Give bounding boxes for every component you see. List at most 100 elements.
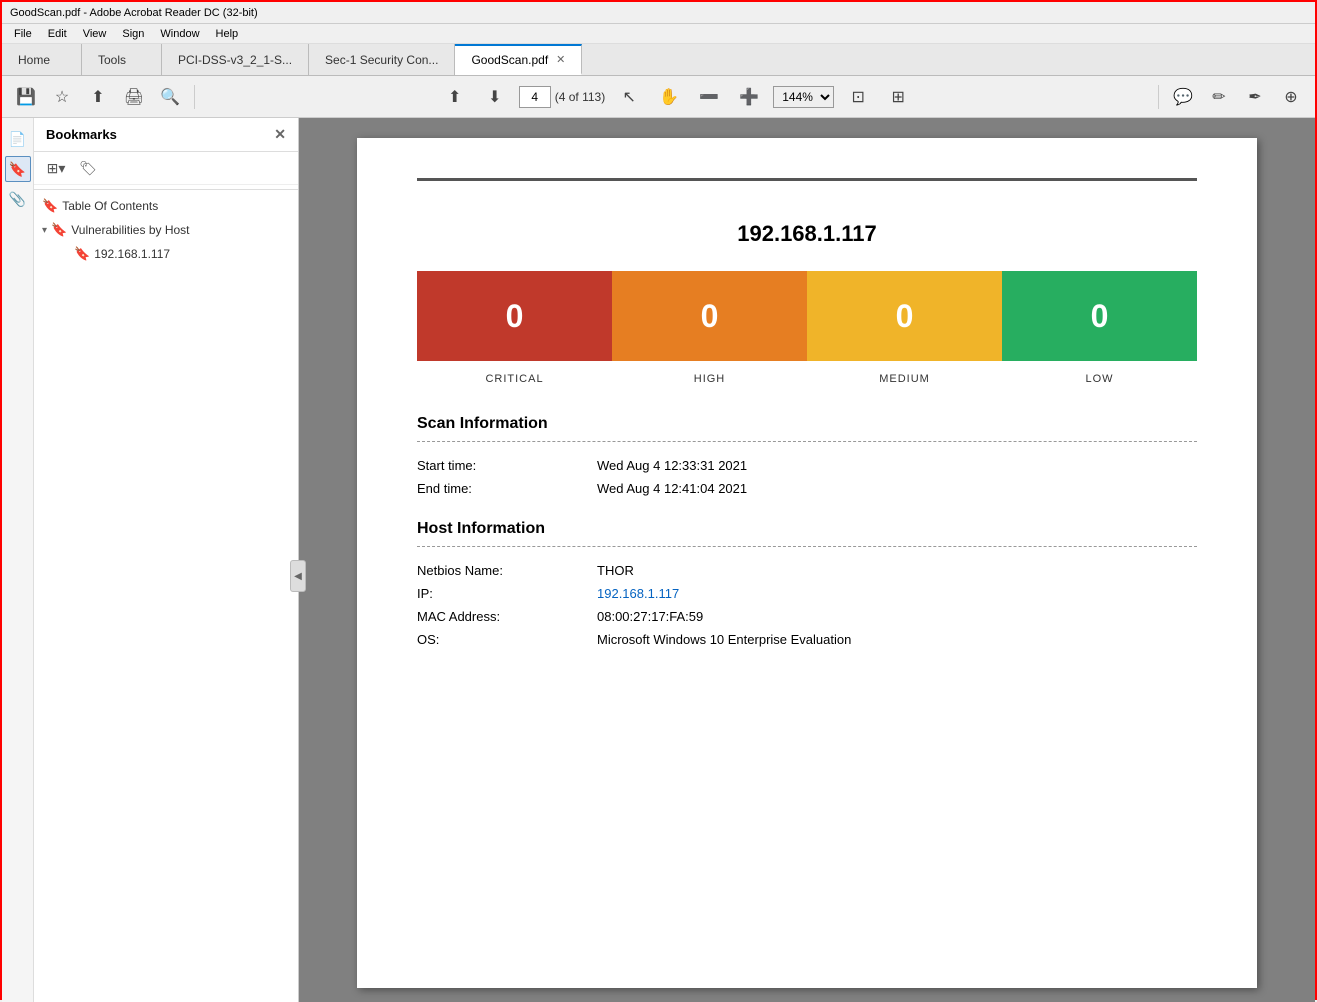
scan-start-row: Start time: Wed Aug 4 12:33:31 2021 — [417, 458, 1197, 473]
bookmark-tag-button[interactable]: 🏷 — [74, 156, 102, 180]
severity-medium-label: MEDIUM — [807, 369, 1002, 385]
severity-high-bar: 0 — [612, 271, 807, 361]
sidebar-collapse-handle[interactable]: ◀ — [290, 560, 306, 592]
ip-label: IP: — [417, 586, 597, 601]
toolbar: 💾 ☆ ⬆ 🖨 🔍 ⬆ ⬇ (4 of 113) ↖ ✋ ➖ ➕ 50% 75%… — [2, 76, 1315, 118]
severity-medium-value: 0 — [896, 298, 914, 335]
tab-sec1-label: Sec-1 Security Con... — [325, 53, 438, 67]
bookmark-toolbar-button[interactable]: ☆ — [46, 81, 78, 113]
tab-goodscan-close[interactable]: ✕ — [556, 53, 565, 66]
menu-view[interactable]: View — [75, 28, 115, 40]
severity-high-label: HIGH — [612, 369, 807, 385]
bookmarks-panel-header: Bookmarks ✕ — [34, 118, 298, 152]
pdf-area[interactable]: 192.168.1.117 0 0 0 0 CRITICAL HIGH — [299, 118, 1315, 1002]
scan-end-row: End time: Wed Aug 4 12:41:04 2021 — [417, 481, 1197, 496]
os-value: Microsoft Windows 10 Enterprise Evaluati… — [597, 632, 851, 647]
scan-info-section: Scan Information Start time: Wed Aug 4 1… — [417, 415, 1197, 496]
scan-start-value: Wed Aug 4 12:33:31 2021 — [597, 458, 747, 473]
hand-tool-button[interactable]: ✋ — [653, 81, 685, 113]
pen-button[interactable]: ✏ — [1203, 81, 1235, 113]
scan-end-value: Wed Aug 4 12:41:04 2021 — [597, 481, 747, 496]
tab-tools-label: Tools — [98, 53, 126, 67]
signature-button[interactable]: ✒ — [1239, 81, 1271, 113]
toolbar-separator-2 — [1158, 85, 1159, 109]
pdf-page: 192.168.1.117 0 0 0 0 CRITICAL HIGH — [357, 138, 1257, 988]
page-number-input[interactable] — [519, 86, 551, 108]
save-button[interactable]: 💾 — [10, 81, 42, 113]
severity-labels: CRITICAL HIGH MEDIUM LOW — [417, 369, 1197, 385]
menu-edit[interactable]: Edit — [40, 28, 75, 40]
zoom-in-small-button[interactable]: 🔍 — [154, 81, 186, 113]
bookmark-ip1-icon: 🔖 — [74, 246, 90, 262]
bookmark-toc-icon: 🔖 — [42, 198, 58, 214]
comment-button[interactable]: 💬 — [1167, 81, 1199, 113]
tab-bar: Home Tools PCI-DSS-v3_2_1-S... Sec-1 Sec… — [2, 44, 1315, 76]
scroll-down-button[interactable]: ⬇ — [479, 81, 511, 113]
tab-home[interactable]: Home — [2, 44, 82, 75]
scan-end-label: End time: — [417, 481, 597, 496]
bookmark-vbh[interactable]: ▾ 🔖 Vulnerabilities by Host — [34, 218, 298, 242]
severity-low-bar: 0 — [1002, 271, 1197, 361]
share-button[interactable]: ⊕ — [1275, 81, 1307, 113]
tab-pci-label: PCI-DSS-v3_2_1-S... — [178, 53, 292, 67]
zoom-select[interactable]: 50% 75% 100% 125% 144% 150% 200% — [773, 86, 834, 108]
host-info-section: Host Information Netbios Name: THOR IP: … — [417, 520, 1197, 647]
bookmark-ip1-label: 192.168.1.117 — [94, 247, 170, 261]
menu-sign[interactable]: Sign — [114, 28, 152, 40]
bookmarks-close-button[interactable]: ✕ — [274, 126, 286, 143]
left-icon-panel: 📄 🔖 📎 — [2, 118, 34, 1002]
upload-button[interactable]: ⬆ — [82, 81, 114, 113]
bookmark-toc-label: Table Of Contents — [62, 199, 158, 213]
netbios-label: Netbios Name: — [417, 563, 597, 578]
page-total: (4 of 113) — [555, 90, 605, 104]
page-navigation: (4 of 113) — [519, 86, 605, 108]
scan-start-label: Start time: — [417, 458, 597, 473]
cursor-tool-button[interactable]: ↖ — [613, 81, 645, 113]
print-button[interactable]: 🖨 — [118, 81, 150, 113]
fit-width-button[interactable]: ⊞ — [882, 81, 914, 113]
scroll-up-button[interactable]: ⬆ — [439, 81, 471, 113]
toolbar-separator-1 — [194, 85, 195, 109]
tab-pci[interactable]: PCI-DSS-v3_2_1-S... — [162, 44, 309, 75]
severity-low-label: LOW — [1002, 369, 1197, 385]
severity-high-value: 0 — [701, 298, 719, 335]
tab-goodscan-label: GoodScan.pdf — [471, 53, 548, 67]
ip-value: 192.168.1.117 — [597, 586, 679, 601]
severity-bars: 0 0 0 0 — [417, 271, 1197, 361]
bookmark-vbh-label: Vulnerabilities by Host — [71, 223, 189, 237]
bookmarks-title: Bookmarks — [46, 127, 117, 142]
severity-critical-bar: 0 — [417, 271, 612, 361]
bookmark-vbh-icon: 🔖 — [51, 222, 67, 238]
os-row: OS: Microsoft Windows 10 Enterprise Eval… — [417, 632, 1197, 647]
zoom-out-button[interactable]: ➖ — [693, 81, 725, 113]
scan-info-title: Scan Information — [417, 415, 1197, 433]
tab-sec1[interactable]: Sec-1 Security Con... — [309, 44, 455, 75]
netbios-value: THOR — [597, 563, 634, 578]
bookmark-vbh-expand[interactable]: ▾ — [42, 225, 47, 236]
ip-row: IP: 192.168.1.117 — [417, 586, 1197, 601]
menu-bar: File Edit View Sign Window Help — [2, 24, 1315, 44]
host-info-divider — [417, 546, 1197, 547]
pages-panel-button[interactable]: 📄 — [5, 126, 31, 152]
bookmarks-panel-button[interactable]: 🔖 — [5, 156, 31, 182]
bookmarks-toolbar: ⊞▾ 🏷 — [34, 152, 298, 185]
zoom-in-button[interactable]: ➕ — [733, 81, 765, 113]
bookmark-ip1[interactable]: 🔖 192.168.1.117 — [34, 242, 298, 266]
tab-tools[interactable]: Tools — [82, 44, 162, 75]
severity-critical-value: 0 — [506, 298, 524, 335]
fit-page-button[interactable]: ⊡ — [842, 81, 874, 113]
menu-help[interactable]: Help — [208, 28, 247, 40]
netbios-row: Netbios Name: THOR — [417, 563, 1197, 578]
tab-goodscan[interactable]: GoodScan.pdf ✕ — [455, 44, 582, 75]
bookmark-view-options[interactable]: ⊞▾ — [42, 156, 70, 180]
bookmark-toc[interactable]: 🔖 Table Of Contents — [34, 194, 298, 218]
bookmarks-panel: Bookmarks ✕ ⊞▾ 🏷 🔖 Table Of Contents ▾ 🔖… — [34, 118, 299, 1002]
mac-row: MAC Address: 08:00:27:17:FA:59 — [417, 609, 1197, 624]
menu-file[interactable]: File — [6, 28, 40, 40]
os-label: OS: — [417, 632, 597, 647]
attachments-panel-button[interactable]: 📎 — [5, 186, 31, 212]
menu-window[interactable]: Window — [152, 28, 207, 40]
severity-low-value: 0 — [1091, 298, 1109, 335]
main-layout: 📄 🔖 📎 Bookmarks ✕ ⊞▾ 🏷 🔖 Table Of Conten… — [2, 118, 1315, 1002]
scan-info-divider — [417, 441, 1197, 442]
